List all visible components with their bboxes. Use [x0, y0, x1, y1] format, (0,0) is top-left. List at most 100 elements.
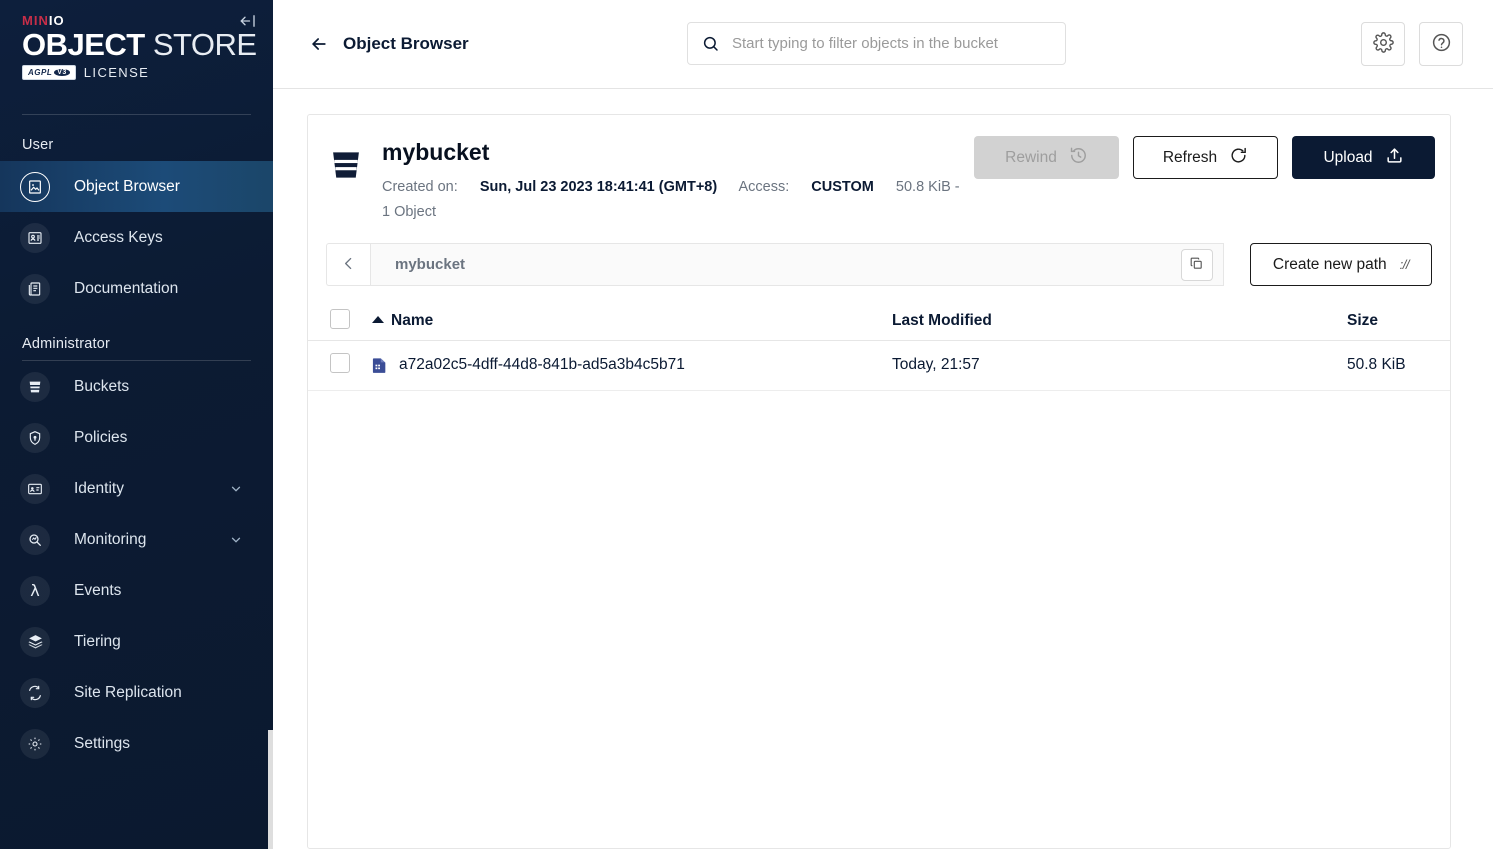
topbar-actions [1361, 22, 1463, 66]
sidebar-item-access-keys[interactable]: Access Keys [0, 212, 273, 263]
sidebar-item-tiering[interactable]: Tiering [0, 616, 273, 667]
sidebar-item-label: Events [74, 581, 122, 599]
refresh-icon [1229, 146, 1248, 170]
sidebar-item-label: Object Browser [74, 177, 180, 195]
settings-button[interactable] [1361, 22, 1405, 66]
help-circle-icon [1431, 32, 1452, 56]
sidebar-section-user-label: User [22, 137, 54, 153]
column-header-size[interactable]: Size [1347, 302, 1450, 341]
row-checkbox[interactable] [330, 352, 350, 373]
main-area: Object Browser Start typing to filter ob… [273, 0, 1493, 849]
policy-lock-icon [20, 422, 50, 453]
sidebar-item-label: Buckets [74, 377, 130, 395]
chevron-down-icon[interactable] [229, 533, 243, 547]
bucket-actions: Rewind Refresh Upload [974, 136, 1435, 179]
minio-wordmark-prefix: MIN [22, 13, 49, 28]
file-document-icon [372, 357, 387, 374]
bucket-info: mybucket Created on: Sun, Jul 23 2023 18… [382, 139, 982, 225]
app-root: MINIO OBJECT STORE AGPLV3 LICENSE User [0, 0, 1493, 849]
sidebar-item-label: Access Keys [74, 228, 163, 246]
sidebar-section-administrator-label: Administrator [22, 336, 111, 352]
row-select-cell [308, 340, 372, 391]
chevron-down-icon[interactable] [229, 482, 243, 496]
sidebar-item-label: Site Replication [74, 683, 182, 701]
layers-icon [20, 626, 50, 657]
bucket-created-value: Sun, Jul 23 2023 18:41:41 (GMT+8) [479, 178, 718, 195]
rewind-button-label: Rewind [1005, 148, 1057, 166]
select-all-header [308, 302, 372, 341]
create-new-path-button[interactable]: Create new path :// [1249, 243, 1432, 287]
select-all-checkbox[interactable] [330, 308, 350, 329]
bucket-meta: Created on: Sun, Jul 23 2023 18:41:41 (G… [382, 175, 970, 226]
access-keys-icon [20, 222, 50, 253]
topbar: Object Browser [273, 0, 1493, 89]
content-area: mybucket Created on: Sun, Jul 23 2023 18… [273, 89, 1493, 849]
upload-button-label: Upload [1323, 148, 1373, 166]
column-header-size-label: Size [1347, 312, 1379, 330]
objects-table-head: Name Last Modified Size [308, 302, 1450, 341]
sidebar-logo: MINIO OBJECT STORE AGPL V3 LICENSE [0, 0, 273, 98]
path-text: mybucket [395, 256, 466, 274]
sidebar-item-policies[interactable]: Policies [0, 412, 273, 463]
sidebar-collapse-button[interactable] [237, 10, 259, 32]
agpl-badge: AGPL V3 [22, 64, 76, 80]
bucket-icon [20, 371, 50, 402]
object-store-title: OBJECT STORE [22, 27, 273, 62]
sidebar-item-label: Tiering [74, 632, 121, 650]
table-row[interactable]: a72a02c5-4dff-44d8-841b-ad5a3b4c5b71 Tod… [308, 340, 1450, 391]
copy-icon [1189, 256, 1204, 274]
search-box[interactable] [687, 22, 1066, 65]
path-field[interactable]: mybucket [370, 243, 1224, 287]
table-header-row: Name Last Modified Size [308, 302, 1450, 341]
gear-icon [1372, 32, 1394, 56]
rewind-clock-icon [1069, 146, 1088, 170]
rewind-button[interactable]: Rewind [974, 136, 1119, 179]
sidebar-item-settings[interactable]: Settings [0, 718, 273, 769]
column-header-last-modified[interactable]: Last Modified [892, 302, 1347, 341]
sidebar-item-buckets[interactable]: Buckets [0, 361, 273, 412]
agpl-badge-text: AGPL [28, 67, 53, 77]
sidebar-item-monitoring[interactable]: Monitoring [0, 514, 273, 565]
object-store-title-light: STORE [152, 27, 257, 62]
column-header-last-modified-label: Last Modified [892, 312, 992, 330]
column-header-name-label: Name [391, 312, 434, 330]
search-input[interactable] [732, 35, 1051, 52]
sidebar-item-documentation[interactable]: Documentation [0, 263, 273, 314]
object-store-title-bold: OBJECT [22, 27, 145, 62]
path-back-button[interactable] [326, 243, 370, 287]
page-title: Object Browser [343, 34, 469, 53]
gear-icon [20, 728, 50, 759]
lambda-icon: λ [20, 575, 50, 606]
license-label: LICENSE [83, 64, 150, 80]
minio-wordmark: MINIO [22, 14, 273, 27]
upload-button[interactable]: Upload [1292, 136, 1435, 179]
replication-icon [20, 677, 50, 708]
sidebar-item-identity[interactable]: Identity [0, 463, 273, 514]
refresh-button-label: Refresh [1162, 148, 1218, 166]
bucket-created-label: Created on: [382, 178, 458, 195]
sidebar-item-label: Documentation [74, 279, 179, 297]
help-button[interactable] [1419, 22, 1463, 66]
object-browser-icon [20, 171, 50, 202]
bucket-access-value: CUSTOM [811, 178, 874, 195]
documentation-icon [20, 273, 50, 304]
bucket-header: mybucket Created on: Sun, Jul 23 2023 18… [308, 115, 1450, 243]
arrow-left-icon[interactable] [309, 34, 329, 54]
protocol-slash-icon: :// [1399, 257, 1410, 273]
license-line: AGPL V3 LICENSE [22, 64, 273, 80]
bucket-card: mybucket Created on: Sun, Jul 23 2023 18… [307, 114, 1451, 849]
column-header-name[interactable]: Name [372, 302, 892, 341]
sidebar-item-label: Policies [74, 428, 128, 446]
objects-table-body: a72a02c5-4dff-44d8-841b-ad5a3b4c5b71 Tod… [308, 340, 1450, 391]
create-new-path-label: Create new path [1272, 255, 1387, 273]
bucket-icon [328, 147, 364, 188]
sidebar-item-events[interactable]: λ Events [0, 565, 273, 616]
copy-path-button[interactable] [1180, 248, 1213, 281]
sidebar-item-label: Monitoring [74, 530, 147, 548]
refresh-button[interactable]: Refresh [1133, 136, 1278, 179]
sidebar-item-site-replication[interactable]: Site Replication [0, 667, 273, 718]
sidebar: MINIO OBJECT STORE AGPLV3 LICENSE User [0, 0, 273, 849]
identity-card-icon [20, 473, 50, 504]
sidebar-item-label: Settings [74, 734, 131, 752]
sidebar-item-object-browser[interactable]: Object Browser [0, 161, 273, 212]
